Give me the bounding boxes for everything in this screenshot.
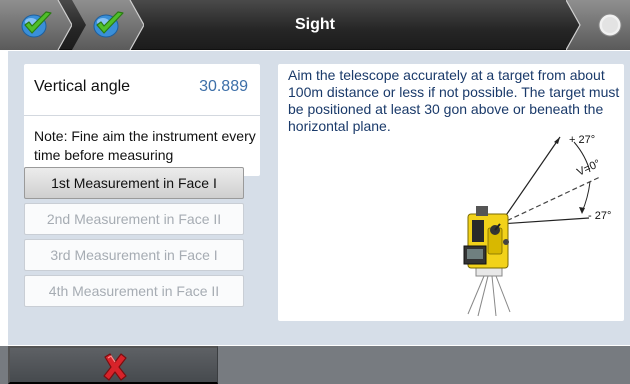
title-bar: Sight bbox=[0, 0, 630, 50]
sighting-diagram: + 27° V=0° - 27° bbox=[463, 134, 611, 317]
measure-3-button[interactable]: 3rd Measurement in Face I bbox=[24, 239, 244, 271]
lower-sight-line bbox=[499, 217, 590, 225]
upper-angle-label: + 27° bbox=[569, 134, 595, 146]
note-text: Note: Fine aim the instrument every time… bbox=[34, 128, 256, 163]
cancel-x-icon bbox=[103, 353, 127, 381]
cancel-button[interactable] bbox=[8, 346, 218, 384]
lower-angle-label: - 27° bbox=[588, 210, 611, 222]
status-circle-icon bbox=[598, 13, 622, 37]
left-edge bbox=[0, 51, 8, 346]
horizontal-sight-line bbox=[499, 176, 601, 225]
tripod-icon bbox=[467, 267, 511, 317]
measurement-card: Vertical angle 30.889 Note: Fine aim the… bbox=[24, 64, 260, 176]
instruction-card: Aim the telescope accurately at a target… bbox=[278, 64, 624, 321]
upper-sight-line bbox=[499, 136, 561, 225]
horizontal-angle-label: V=0° bbox=[575, 158, 602, 179]
measure-4-button[interactable]: 4th Measurement in Face II bbox=[24, 275, 244, 307]
page-title: Sight bbox=[295, 16, 335, 33]
measure-2-button[interactable]: 2nd Measurement in Face II bbox=[24, 203, 244, 235]
vertical-angle-value: 30.889 bbox=[199, 78, 248, 95]
bottom-bar bbox=[0, 346, 630, 384]
measure-1-button[interactable]: 1st Measurement in Face I bbox=[24, 167, 244, 199]
status-segment[interactable] bbox=[566, 0, 630, 50]
vertical-angle-label: Vertical angle bbox=[34, 78, 131, 95]
content-panel: Vertical angle 30.889 Note: Fine aim the… bbox=[8, 51, 630, 345]
vertical-angle-row: Vertical angle 30.889 bbox=[24, 64, 260, 116]
total-station-icon bbox=[463, 206, 509, 269]
